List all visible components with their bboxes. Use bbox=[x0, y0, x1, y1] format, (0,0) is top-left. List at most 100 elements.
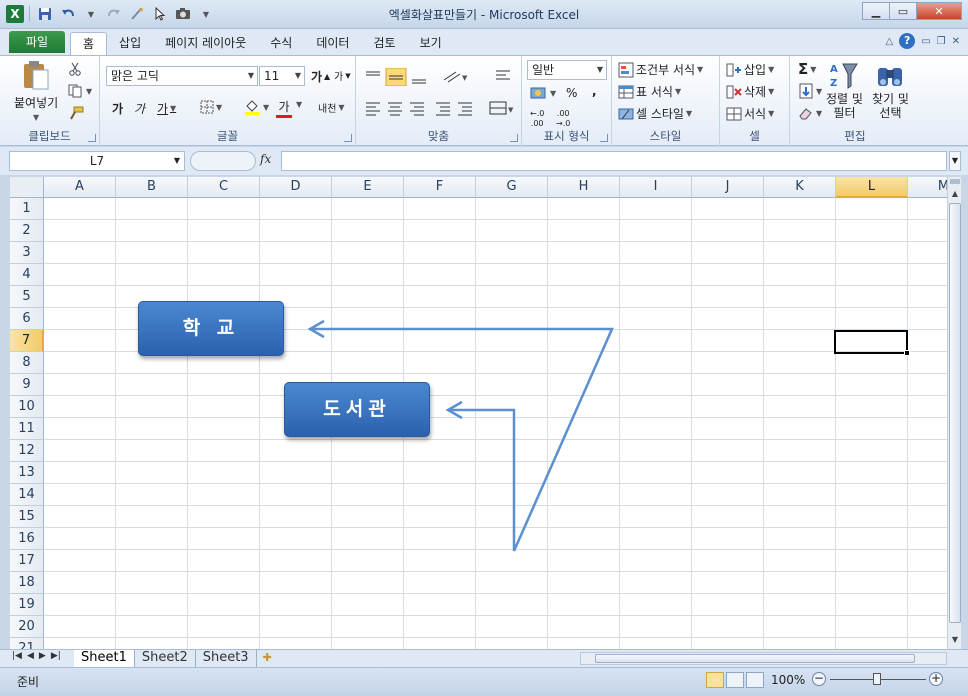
vertical-split-handle[interactable] bbox=[950, 179, 960, 184]
delete-cells-button[interactable]: 삭제 ▼ bbox=[726, 83, 774, 100]
paste-button[interactable]: 붙여넣기 ▼ bbox=[14, 60, 58, 122]
tab-insert[interactable]: 삽입 bbox=[107, 32, 153, 55]
increase-decimal-icon[interactable]: ←.0.00 bbox=[530, 110, 544, 128]
workbook-restore-icon[interactable]: ❐ bbox=[937, 36, 946, 47]
accounting-format-icon[interactable]: ▼ bbox=[530, 86, 556, 100]
name-box[interactable]: L7 ▼ bbox=[9, 151, 185, 171]
fill-color-button[interactable]: ▼ bbox=[243, 98, 269, 116]
sheet-tab-bar: |◀ ◀ ▶ ▶| Sheet1 Sheet2 Sheet3 ✚ bbox=[0, 649, 968, 667]
phonetic-button[interactable]: 내천 ▼ bbox=[318, 100, 345, 115]
number-format-combo[interactable]: 일반 ▼ bbox=[527, 60, 607, 80]
last-sheet-icon[interactable]: ▶| bbox=[51, 651, 61, 661]
tab-view[interactable]: 보기 bbox=[408, 32, 454, 55]
prev-sheet-icon[interactable]: ◀ bbox=[27, 651, 34, 661]
alignment-launcher-icon[interactable] bbox=[510, 134, 518, 142]
active-cell-L7[interactable] bbox=[834, 330, 910, 356]
cut-icon[interactable] bbox=[68, 62, 82, 76]
comma-button[interactable]: , bbox=[592, 84, 597, 98]
font-color-button[interactable]: 가 bbox=[276, 98, 292, 118]
library-arrow-line[interactable] bbox=[448, 408, 516, 551]
number-launcher-icon[interactable] bbox=[600, 134, 608, 142]
sheet-tab-sheet2[interactable]: Sheet2 bbox=[135, 650, 196, 667]
fill-button[interactable]: ▼ bbox=[798, 83, 822, 99]
scroll-up-icon[interactable]: ▲ bbox=[948, 187, 962, 201]
maximize-button[interactable]: ▭ bbox=[889, 2, 917, 20]
font-launcher-icon[interactable] bbox=[344, 134, 352, 142]
tab-page-layout[interactable]: 페이지 레이아웃 bbox=[153, 32, 258, 55]
shrink-font-icon[interactable]: 가 ▼ bbox=[334, 68, 351, 84]
zoom-level[interactable]: 100% bbox=[771, 673, 805, 687]
workbook-close-icon[interactable]: ✕ bbox=[952, 36, 960, 47]
conditional-format-icon bbox=[618, 62, 634, 77]
page-break-view-button[interactable] bbox=[746, 672, 764, 688]
expand-formula-bar-icon[interactable]: ▼ bbox=[949, 151, 961, 171]
vertical-scroll-thumb[interactable] bbox=[949, 203, 961, 623]
tab-formulas[interactable]: 수식 bbox=[258, 32, 304, 55]
cell-styles-button[interactable]: 셀 스타일 ▼ bbox=[618, 105, 692, 122]
sheet-tab-sheet1[interactable]: Sheet1 bbox=[74, 650, 135, 667]
alignment-bottom-row-icons[interactable]: ▼ bbox=[364, 100, 514, 116]
underline-button[interactable]: 가 ▼ bbox=[157, 100, 176, 117]
worksheet-grid[interactable]: ABCDEFGHIJKLM 1 2 3 4 5 6 7 8 9 10 11 12 13 14 15 16 17 1… bbox=[10, 177, 947, 649]
zoom-in-icon[interactable]: + bbox=[929, 672, 943, 686]
autosum-button[interactable]: Σ ▼ bbox=[798, 60, 816, 78]
normal-view-button[interactable] bbox=[706, 672, 724, 688]
percent-button[interactable]: % bbox=[566, 86, 577, 100]
font-color-dropdown-icon[interactable]: ▼ bbox=[296, 100, 302, 109]
tab-data[interactable]: 데이터 bbox=[304, 32, 361, 55]
insert-cells-button[interactable]: 삽입 ▼ bbox=[726, 61, 774, 78]
zoom-slider-thumb[interactable] bbox=[873, 673, 881, 685]
italic-button[interactable]: 가 bbox=[134, 100, 145, 117]
font-size-combo[interactable]: 11 ▼ bbox=[259, 66, 305, 86]
binoculars-icon bbox=[878, 68, 903, 86]
vertical-scrollbar[interactable]: ▲ ▼ bbox=[947, 177, 961, 649]
clipboard-launcher-icon[interactable] bbox=[88, 134, 96, 142]
school-shape[interactable]: 학 교 bbox=[138, 301, 284, 356]
find-select-button[interactable]: 찾기 및 선택 bbox=[872, 60, 909, 120]
format-cells-button[interactable]: 서식 ▼ bbox=[726, 105, 774, 122]
workbook-minimize-icon[interactable]: ▭ bbox=[921, 36, 930, 47]
copy-icon[interactable]: ▼ bbox=[68, 84, 92, 98]
help-icon[interactable]: ? bbox=[899, 33, 916, 49]
formula-input[interactable] bbox=[281, 151, 947, 171]
scroll-down-icon[interactable]: ▼ bbox=[948, 633, 962, 647]
status-mode: 준비 bbox=[17, 675, 40, 689]
arrow-connectors[interactable] bbox=[10, 177, 947, 649]
page-layout-view-button[interactable] bbox=[726, 672, 744, 688]
tab-review[interactable]: 검토 bbox=[361, 32, 407, 55]
next-sheet-icon[interactable]: ▶ bbox=[39, 651, 46, 661]
tab-file[interactable]: 파일 bbox=[9, 31, 65, 53]
font-color-swatch bbox=[276, 115, 292, 118]
fill-handle[interactable] bbox=[904, 350, 910, 356]
clear-button[interactable]: ▼ bbox=[798, 105, 822, 121]
first-sheet-icon[interactable]: |◀ bbox=[12, 651, 22, 661]
border-button[interactable]: ▼ bbox=[200, 100, 222, 114]
insert-cells-label: 삽입 bbox=[744, 63, 767, 77]
fill-down-icon bbox=[799, 83, 813, 99]
sort-filter-button[interactable]: AZ 정렬 및 필터 bbox=[826, 60, 863, 120]
school-arrow-line[interactable] bbox=[310, 327, 614, 552]
minimize-button[interactable]: ▁ bbox=[862, 2, 890, 20]
sheet-tab-sheet3[interactable]: Sheet3 bbox=[196, 650, 257, 667]
tab-home[interactable]: 홈 bbox=[70, 32, 108, 55]
ribbon-right-controls: △ ? ▭ ❐ ✕ bbox=[885, 33, 960, 49]
grow-font-icon[interactable]: 가 ▲ bbox=[311, 68, 330, 85]
zoom-out-icon[interactable]: − bbox=[812, 672, 826, 686]
formula-bar-splitter[interactable] bbox=[190, 151, 256, 171]
eraser-icon bbox=[799, 108, 812, 120]
conditional-format-label: 조건부 서식 bbox=[636, 63, 696, 77]
library-shape[interactable]: 도서관 bbox=[284, 382, 430, 437]
bold-button[interactable]: 가 bbox=[112, 100, 123, 117]
close-button[interactable]: ✕ bbox=[916, 2, 962, 20]
format-painter-icon[interactable] bbox=[68, 106, 84, 120]
collapse-ribbon-icon[interactable]: △ bbox=[885, 36, 893, 47]
horizontal-scrollbar[interactable] bbox=[580, 652, 947, 665]
horizontal-scroll-thumb[interactable] bbox=[595, 654, 915, 663]
alignment-top-row-icons[interactable]: ▼ bbox=[364, 68, 514, 86]
font-name-combo[interactable]: 맑은 고딕 ▼ bbox=[106, 66, 258, 86]
insert-function-button[interactable]: fx bbox=[260, 152, 271, 166]
insert-sheet-icon[interactable]: ✚ bbox=[257, 650, 278, 667]
format-as-table-button[interactable]: 표 서식 ▼ bbox=[618, 83, 681, 100]
decrease-decimal-icon[interactable]: .00 →.0 bbox=[556, 110, 570, 128]
conditional-format-button[interactable]: 조건부 서식 ▼ bbox=[618, 61, 703, 78]
